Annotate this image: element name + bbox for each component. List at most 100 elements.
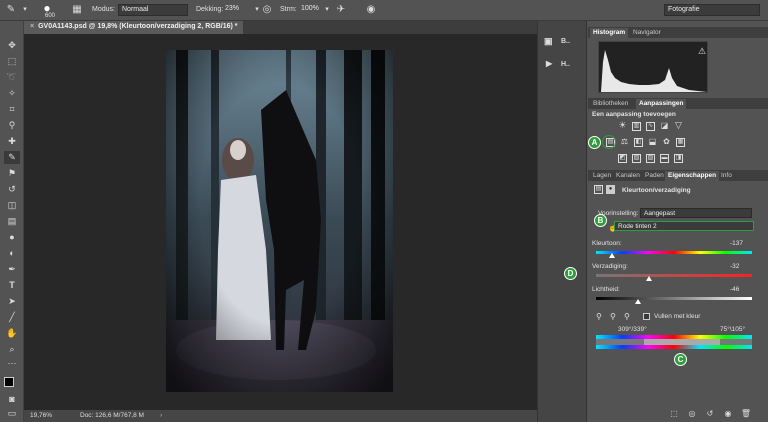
posterize-icon[interactable]: ▨ (632, 154, 641, 163)
pressure-opacity-icon[interactable]: ◎ (260, 3, 274, 17)
quick-select-tool-icon[interactable]: ✧ (4, 87, 20, 100)
properties-panel-tabs: Lagen Kanalen Paden Eigenschappen Info (588, 170, 768, 181)
channel-mixer-icon[interactable]: ✿ (662, 138, 671, 147)
brush-tool-icon[interactable]: ✎ (4, 151, 20, 164)
saturation-slider-track[interactable] (596, 274, 752, 277)
foreground-color-swatch[interactable] (4, 377, 14, 387)
lightness-slider-track[interactable] (596, 297, 752, 300)
hue-slider-thumb[interactable] (608, 253, 615, 258)
eraser-tool-icon[interactable]: ◫ (4, 199, 20, 212)
flow-dropdown-icon[interactable]: ▾ (320, 3, 334, 17)
channel-select[interactable]: Rode tinten 2 (614, 221, 754, 231)
lightness-slider-thumb[interactable] (635, 299, 642, 304)
quick-mask-icon[interactable]: ◙ (4, 393, 20, 406)
invert-icon[interactable]: ◩ (618, 154, 627, 163)
annotation-marker-c: C (674, 353, 687, 366)
document-tab-title: GV0A1143.psd @ 19,8% (Kleurtoon/verzadig… (38, 23, 238, 30)
tab-layers[interactable]: Lagen (590, 171, 614, 181)
document-tab[interactable]: × GV0A1143.psd @ 19,8% (Kleurtoon/verzadi… (24, 21, 244, 34)
hue-slider-track[interactable] (596, 251, 752, 254)
brush-panel-icon[interactable]: ▦ (70, 3, 84, 17)
dock-item-brush-presets[interactable]: ▣ B.. (544, 36, 584, 50)
brush-size-label: 600 (45, 13, 56, 19)
tab-channels[interactable]: Kanalen (613, 171, 643, 181)
histogram-warning-icon[interactable]: ⚠ (698, 46, 706, 57)
tab-libraries[interactable]: Bibliotheken (590, 99, 631, 109)
brush-tool-icon[interactable]: ✎ (4, 3, 18, 17)
eyedropper-subtract-icon[interactable]: ⚲ (624, 312, 630, 321)
hand-tool-icon[interactable]: ✋ (4, 327, 20, 340)
histogram-curve (601, 50, 707, 92)
threshold-icon[interactable]: ▧ (646, 154, 655, 163)
preset-select[interactable]: Aangepast (640, 208, 752, 218)
saturation-value[interactable]: -32 (730, 263, 739, 270)
tab-paths[interactable]: Paden (642, 171, 667, 181)
history-brush-tool-icon[interactable]: ↺ (4, 183, 20, 196)
opacity-input[interactable]: 23% (222, 4, 252, 16)
black-white-icon[interactable]: ◧ (634, 138, 643, 147)
close-tab-icon[interactable]: × (30, 23, 34, 30)
delete-icon[interactable]: 🗑 (740, 408, 752, 419)
gradient-tool-icon[interactable]: ▤ (4, 215, 20, 228)
vibrance-icon[interactable]: ▽ (674, 121, 683, 131)
blur-tool-icon[interactable]: ● (4, 231, 20, 244)
histogram-panel-tabs: Histogram Navigator (588, 27, 768, 38)
workspace-select[interactable]: Fotografie (664, 4, 760, 16)
collapsed-panel-dock: ▣ B.. ▶ H.. (537, 21, 587, 422)
crop-tool-icon[interactable]: ⌗ (4, 103, 20, 116)
brush-dropdown-icon[interactable]: ▾ (18, 3, 32, 17)
dodge-tool-icon[interactable]: ◐ (4, 247, 20, 260)
gradient-map-icon[interactable]: ▬ (660, 154, 669, 163)
layer-mask-icon[interactable]: ● (606, 185, 615, 194)
more-tools-icon[interactable]: ··· (4, 357, 20, 370)
zoom-tool-icon[interactable]: ⌕ (4, 343, 20, 356)
marquee-tool-icon[interactable]: ⬚ (4, 55, 20, 68)
exposure-icon[interactable]: ◪ (660, 122, 669, 131)
tab-info[interactable]: Info (718, 171, 735, 181)
tab-histogram[interactable]: Histogram (590, 28, 629, 38)
visibility-icon[interactable]: ◉ (722, 408, 734, 419)
path-select-tool-icon[interactable]: ➤ (4, 295, 20, 308)
document-image[interactable] (166, 50, 393, 392)
reset-icon[interactable]: ↺ (704, 408, 716, 419)
eyedropper-add-icon[interactable]: ⚲ (610, 312, 616, 321)
pen-tool-icon[interactable]: ✒ (4, 263, 20, 276)
shape-tool-icon[interactable]: ╱ (4, 311, 20, 324)
photo-filter-icon[interactable]: ⬓ (648, 138, 657, 147)
hue-value[interactable]: -137 (730, 240, 743, 247)
color-balance-icon[interactable]: ⚖ (620, 138, 629, 147)
lightness-value[interactable]: -46 (730, 286, 739, 293)
mode-select[interactable]: Normaal (118, 4, 188, 16)
healing-tool-icon[interactable]: ✚ (4, 135, 20, 148)
screen-mode-icon[interactable]: ▭ (4, 407, 20, 420)
history-play-icon: ▶ (546, 59, 553, 68)
pressure-size-icon[interactable]: ◉ (364, 3, 378, 17)
status-bar: 19,76% Doc: 126,6 M/767,8 M › (24, 410, 537, 422)
tab-adjustments[interactable]: Aanpassingen (636, 99, 687, 109)
canvas-area[interactable] (24, 34, 537, 410)
levels-icon[interactable]: ▥ (632, 122, 641, 131)
clip-to-layer-icon[interactable]: ⬚ (668, 408, 680, 419)
tab-navigator[interactable]: Navigator (630, 28, 664, 38)
lasso-tool-icon[interactable]: ➰ (4, 71, 20, 84)
saturation-label: Verzadiging: (592, 263, 628, 270)
color-lookup-icon[interactable]: ▦ (676, 138, 685, 147)
eyedropper-tool-icon[interactable]: ⚲ (4, 119, 20, 132)
airbrush-icon[interactable]: ✈ (334, 3, 348, 17)
document-size: Doc: 126,6 M/767,8 M (80, 412, 144, 419)
curves-icon[interactable]: ∿ (646, 122, 655, 131)
colorize-checkbox[interactable] (643, 313, 650, 320)
saturation-slider-thumb[interactable] (646, 276, 653, 281)
dock-item-history[interactable]: ▶ H.. (544, 59, 584, 73)
eyedropper-icon[interactable]: ⚲ (596, 312, 602, 321)
zoom-level[interactable]: 19,76% (30, 412, 52, 419)
mode-label: Modus: (92, 6, 115, 13)
tab-properties[interactable]: Eigenschappen (665, 171, 720, 181)
selective-color-icon[interactable]: ◨ (674, 154, 683, 163)
view-previous-state-icon[interactable]: ◎ (686, 408, 698, 419)
move-tool-icon[interactable]: ✥ (4, 39, 20, 52)
status-menu-arrow-icon[interactable]: › (160, 412, 162, 419)
stamp-tool-icon[interactable]: ⚑ (4, 167, 20, 180)
brightness-contrast-icon[interactable]: ☀ (618, 121, 627, 131)
type-tool-icon[interactable]: T (4, 279, 20, 292)
